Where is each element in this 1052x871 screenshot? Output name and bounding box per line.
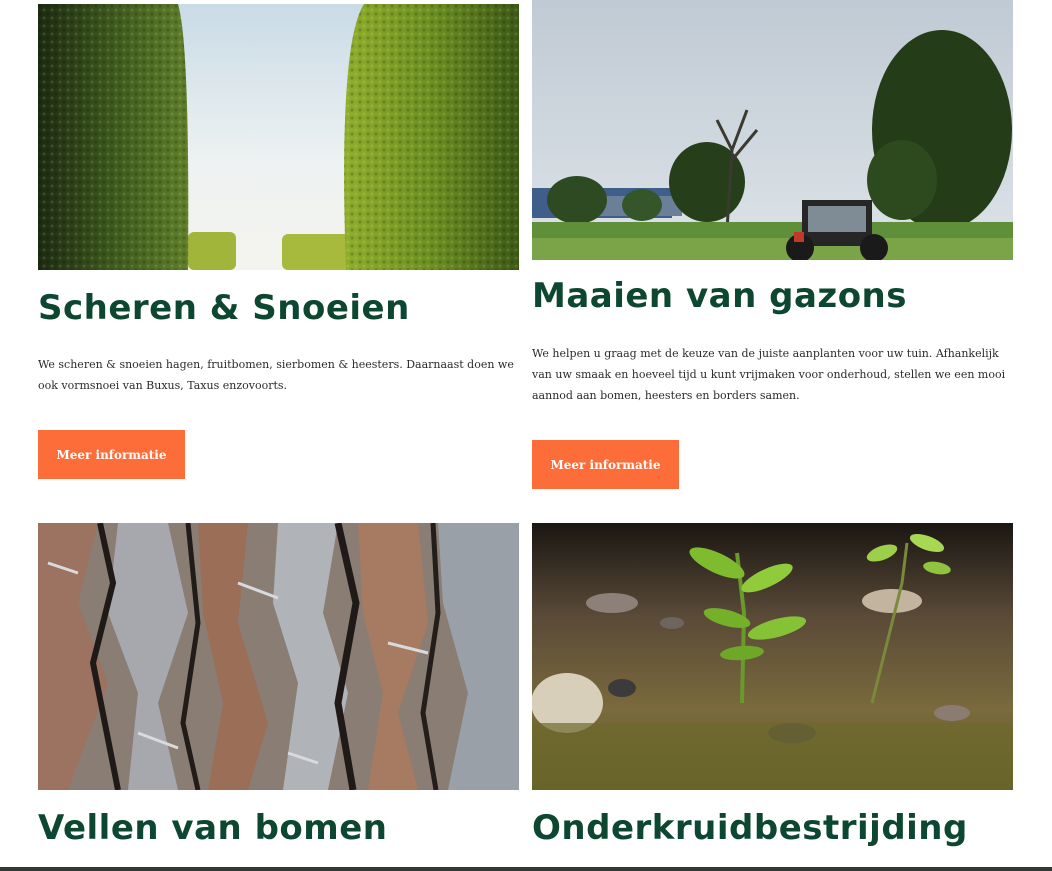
service-card-vellen: Vellen van bomen	[38, 523, 519, 848]
service-description: We scheren & snoeien hagen, fruitbomen, …	[38, 358, 514, 392]
service-card-onderkruid: Onderkruidbestrijding	[532, 523, 1013, 848]
service-title: Maaien van gazons	[532, 276, 907, 316]
service-title: Scheren & Snoeien	[38, 288, 410, 328]
meer-informatie-button[interactable]: Meer informatie	[38, 430, 185, 479]
service-title: Onderkruidbestrijding	[532, 808, 968, 848]
hedges-illustration	[38, 4, 519, 270]
service-card-maaien: Maaien van gazons We helpen u graag met …	[532, 0, 1013, 489]
service-card-scheren: Scheren & Snoeien We scheren & snoeien h…	[38, 4, 519, 479]
service-description: We helpen u graag met de keuze van de ju…	[532, 347, 1006, 402]
tractor-image	[532, 0, 1013, 260]
bark-illustration	[38, 523, 519, 790]
footer-divider	[0, 867, 1052, 871]
hedges-image	[38, 4, 519, 270]
seedlings-image	[532, 523, 1013, 790]
seedlings-illustration	[532, 523, 1013, 790]
tractor-illustration	[532, 0, 1013, 260]
meer-informatie-button[interactable]: Meer informatie	[532, 440, 679, 489]
service-title: Vellen van bomen	[38, 808, 388, 848]
bark-image	[38, 523, 519, 790]
